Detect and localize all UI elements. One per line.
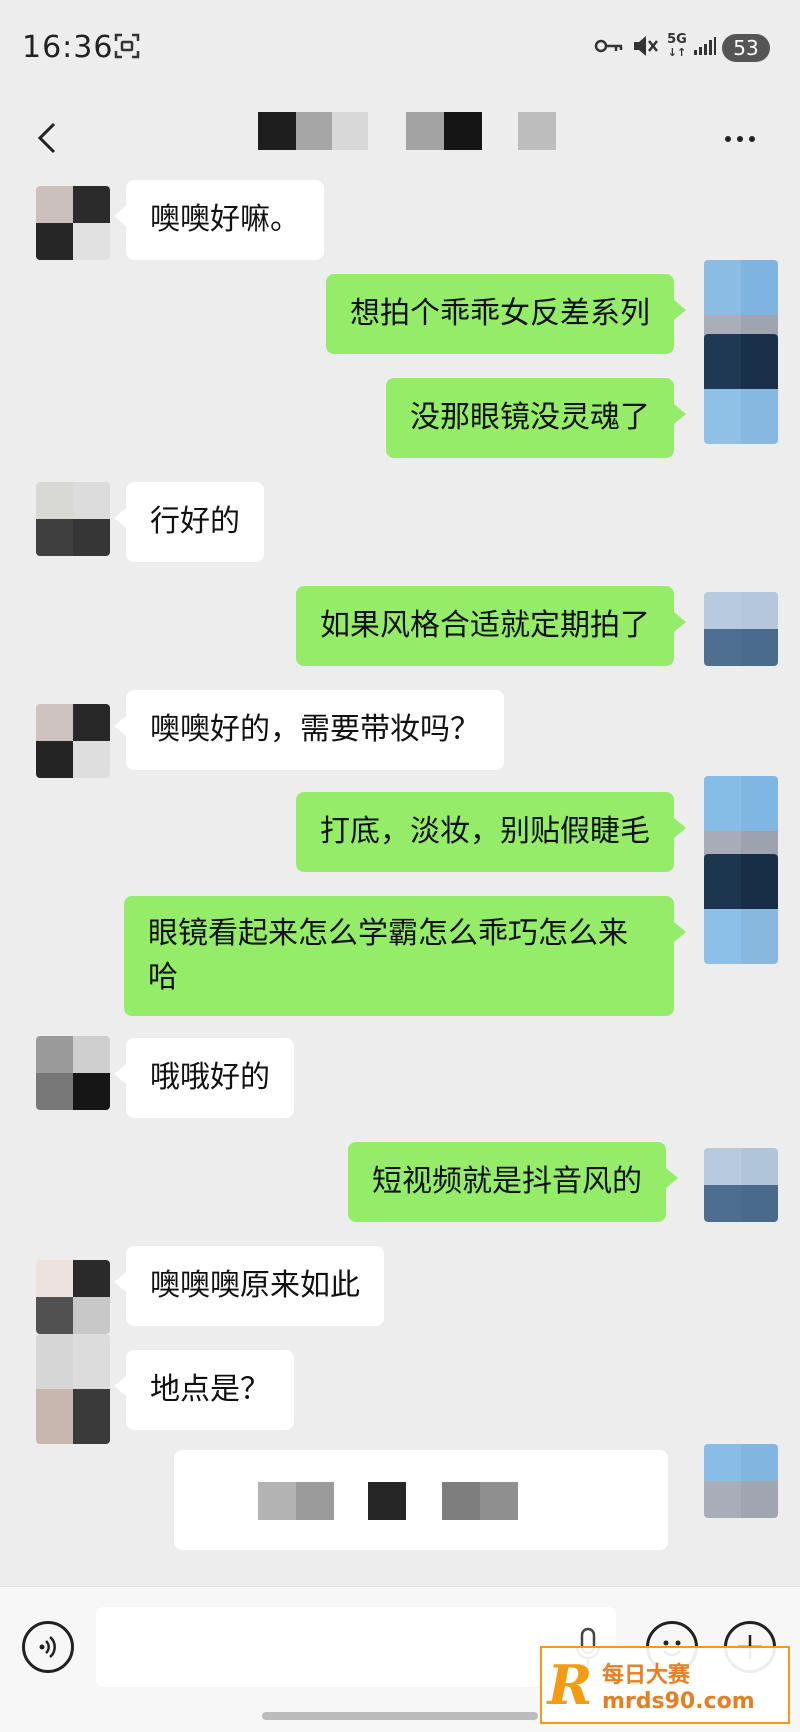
watermark-name: 每日大赛 <box>602 1662 691 1688</box>
user-avatar[interactable] <box>704 592 778 666</box>
contact-avatar[interactable] <box>36 1334 110 1444</box>
message-bubble-sent[interactable]: 短视频就是抖音风的 <box>348 1142 678 1222</box>
chat-screen: 16:36 5G ↓↑ 53 噢噢好嘛。 想拍个乖乖女反差系列 没那眼镜没灵魂了… <box>0 0 800 1732</box>
user-avatar[interactable] <box>704 1444 778 1518</box>
message-bubble-received[interactable]: 地点是？ <box>114 1350 294 1430</box>
message-input[interactable] <box>96 1607 616 1687</box>
message-bubble-sent[interactable]: 想拍个乖乖女反差系列 <box>326 274 686 354</box>
user-avatar[interactable] <box>704 334 778 444</box>
status-bar: 16:36 5G ↓↑ 53 <box>0 0 800 96</box>
contact-avatar[interactable] <box>36 1260 110 1334</box>
user-avatar[interactable] <box>704 854 778 964</box>
key-icon <box>594 28 624 64</box>
user-avatar[interactable] <box>704 1148 778 1222</box>
back-button[interactable] <box>26 108 66 168</box>
nav-bar <box>0 96 800 178</box>
battery-indicator: 53 <box>722 34 770 62</box>
signal-icon <box>692 28 718 64</box>
redacted-content <box>258 1482 518 1520</box>
message-bubble-sent[interactable]: 如果风格合适就定期拍了 <box>296 586 686 666</box>
screenshot-icon <box>110 28 144 64</box>
message-bubble-received[interactable]: 噢噢好嘛。 <box>114 180 324 260</box>
message-bubble-received[interactable]: 行好的 <box>114 482 264 562</box>
mute-icon <box>630 28 660 64</box>
more-button[interactable] <box>710 114 770 164</box>
voice-icon <box>39 1636 56 1658</box>
network-label: 5G <box>667 32 687 47</box>
redacted-message-bubble[interactable] <box>174 1450 668 1550</box>
more-dots-icon <box>725 136 731 142</box>
watermark-text: 每日大赛 mrds90.com <box>602 1657 755 1714</box>
watermark-url: mrds90.com <box>602 1688 755 1714</box>
watermark-r-logo: R <box>547 1653 593 1717</box>
contact-avatar[interactable] <box>36 704 110 778</box>
contact-avatar[interactable] <box>36 1036 110 1110</box>
watermark-logo: R 每日大赛 mrds90.com <box>540 1646 790 1724</box>
contact-avatar[interactable] <box>36 186 110 260</box>
contact-avatar[interactable] <box>36 482 110 556</box>
message-bubble-sent[interactable]: 打底，淡妆，别贴假睫毛 <box>296 792 686 872</box>
message-bubble-sent[interactable]: 眼镜看起来怎么学霸怎么乖巧怎么来哈 <box>124 896 686 1016</box>
status-time: 16:36 <box>22 30 114 65</box>
redacted-chat-title <box>258 112 558 150</box>
network-5g-icon: 5G ↓↑ <box>667 32 687 59</box>
message-bubble-received[interactable]: 噢噢噢原来如此 <box>114 1246 384 1326</box>
message-bubble-received[interactable]: 哦哦好的 <box>114 1038 294 1118</box>
voice-toggle-button[interactable] <box>22 1621 74 1673</box>
message-bubble-sent[interactable]: 没那眼镜没灵魂了 <box>386 378 686 458</box>
message-bubble-received[interactable]: 噢噢好的，需要带妆吗？ <box>114 690 504 770</box>
chevron-left-icon <box>37 122 56 154</box>
home-indicator[interactable] <box>262 1712 538 1720</box>
